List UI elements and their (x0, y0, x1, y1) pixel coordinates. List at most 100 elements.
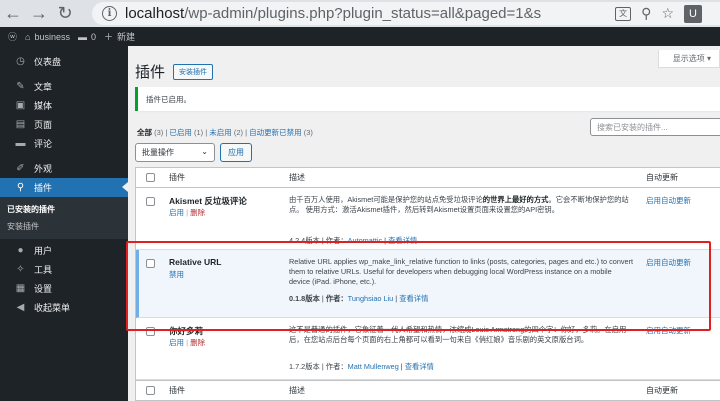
plugin-icon: ⚲ (16, 182, 25, 193)
reload-icon[interactable]: ↻ (52, 0, 78, 27)
dashboard-icon: ◷ (16, 56, 25, 67)
submenu-add-plugins[interactable]: 安装插件 (0, 218, 128, 235)
delete-link[interactable]: 删除 (190, 338, 205, 347)
table-row: 你好多莉 启用 | 删除 这不是普通的插件，它象征着一代人希望和热情，浓缩成Lo… (136, 318, 720, 380)
select-all-checkbox[interactable] (146, 173, 155, 182)
activate-link[interactable]: 启用 (169, 338, 184, 347)
screen-options-button[interactable]: 显示选项 ▾ (657, 50, 720, 68)
plugin-description: 这不是普通的插件，它象征着一代人希望和热情，浓缩成Louis Armstrong… (289, 325, 627, 345)
bulk-action-select[interactable]: 批量操作 ⌄ (135, 143, 215, 162)
info-icon[interactable]: i (102, 6, 117, 21)
plugin-actions: 禁用 (169, 269, 184, 280)
sidebar-item-tools[interactable]: ✧ 工具 (0, 260, 128, 279)
filter-active[interactable]: 已启用 (169, 128, 192, 137)
comments-link[interactable]: ▬ 0 (78, 32, 96, 42)
plugin-actions: 启用 | 删除 (169, 208, 206, 217)
plugin-name: 你好多莉 (169, 326, 204, 336)
plugin-meta: 1.7.2版本 | 作者：Matt Mullenweg | 查看详情 (289, 362, 434, 371)
collapse-icon: ◀ (16, 302, 25, 313)
sidebar-item-collapse[interactable]: ◀ 收起菜单 (0, 298, 128, 317)
browser-toolbar: ← → ↻ i localhost/wp-admin/plugins.php?p… (0, 0, 720, 27)
home-icon: ⌂ (25, 31, 31, 42)
new-content-link[interactable]: ＋新建 (104, 30, 135, 43)
plugin-meta: 0.1.8版本 | 作者：Tunghsiao Liu | 查看详情 (289, 294, 429, 303)
url-text[interactable]: localhost/wp-admin/plugins.php?plugin_st… (125, 5, 541, 22)
row-checkbox[interactable] (146, 327, 155, 336)
search-plugins-input[interactable]: 搜索已安装的插件... (590, 118, 720, 136)
tools-icon: ✧ (16, 264, 25, 275)
wordpress-logo-icon[interactable]: ⓦ (8, 30, 17, 43)
select-all-checkbox-footer[interactable] (146, 386, 155, 395)
sidebar-item-users[interactable]: ● 用户 (0, 241, 128, 260)
enable-auto-update-link[interactable]: 启用自动更新 (646, 257, 691, 268)
sidebar-item-appearance[interactable]: ✐ 外观 (0, 159, 128, 178)
submenu-installed-plugins[interactable]: 已安装的插件 (0, 201, 128, 218)
table-row: Akismet 反垃圾评论 启用 | 删除 由千百万人使用，Akismet可能是… (136, 188, 720, 250)
author-link[interactable]: Tunghsiao Liu (348, 294, 394, 303)
table-footer: 插件 描述 自动更新 (136, 380, 720, 400)
delete-link[interactable]: 删除 (190, 208, 205, 217)
column-auto-update: 自动更新 (646, 173, 678, 182)
filter-all[interactable]: 全部 (137, 128, 152, 137)
column-plugin-footer: 插件 (169, 386, 185, 395)
column-description: 描述 (289, 173, 305, 182)
bookmark-star-icon[interactable]: ☆ (661, 5, 674, 22)
deactivate-link[interactable]: 禁用 (169, 270, 184, 279)
comment-bubble-icon: ▬ (77, 31, 87, 42)
plugin-status-filters: 全部 (3) | 已启用 (1) | 未启用 (2) | 自动更新已禁用 (3) (137, 128, 313, 137)
screen: ← → ↻ i localhost/wp-admin/plugins.php?p… (0, 0, 720, 401)
table-header: 插件 描述 自动更新 (136, 168, 720, 188)
plugins-table: 插件 描述 自动更新 Akismet 反垃圾评论 启用 | 删除 由千百万人使用… (135, 167, 720, 401)
translate-icon[interactable]: 文 (615, 6, 632, 21)
enable-auto-update-link[interactable]: 启用自动更新 (646, 325, 691, 336)
view-details-link[interactable]: 查看详情 (388, 236, 417, 245)
sidebar-item-settings[interactable]: ▦ 设置 (0, 279, 128, 298)
author-link[interactable]: Automattic (348, 236, 382, 245)
page-title: 插件 安装插件 (135, 61, 214, 82)
enable-auto-update-link[interactable]: 启用自动更新 (646, 195, 691, 206)
site-name-link[interactable]: ⌂ business (25, 32, 70, 42)
pin-icon: ✎ (16, 81, 25, 92)
view-details-link[interactable]: 查看详情 (399, 294, 428, 303)
profile-avatar[interactable]: U (684, 4, 702, 23)
column-plugin: 插件 (169, 173, 185, 182)
media-icon: ▣ (15, 100, 26, 111)
view-details-link[interactable]: 查看详情 (405, 362, 434, 371)
author-link[interactable]: Matt Mullenweg (348, 362, 399, 371)
plugins-submenu: 已安装的插件 安装插件 (0, 197, 128, 239)
column-description-footer: 描述 (289, 386, 305, 395)
apply-button[interactable]: 应用 (220, 143, 252, 162)
plugin-actions: 启用 | 删除 (169, 338, 206, 347)
forward-icon[interactable]: → (26, 0, 52, 27)
page-icon: ▤ (15, 119, 26, 130)
table-row: Relative URL 禁用 Relative URL applies wp_… (136, 250, 720, 318)
brush-icon: ✐ (16, 163, 25, 174)
sidebar-item-pages[interactable]: ▤ 页面 (0, 115, 128, 134)
filter-auto-update-disabled[interactable]: 自动更新已禁用 (249, 128, 302, 137)
activate-link[interactable]: 启用 (169, 208, 184, 217)
plugin-description: 由千百万人使用，Akismet可能是保护您的站点免受垃圾评论的世界上最好的方式。… (289, 195, 629, 215)
wp-admin-bar: ⓦ ⌂ business ▬ 0 ＋新建 (0, 27, 720, 46)
success-notice: 插件已启用。 (135, 87, 720, 111)
admin-sidebar: ◷ 仪表盘 ✎ 文章 ▣ 媒体 ▤ 页面 ▬ 评论 ✐ 外观 ⚲ 插件 已安装的插件 安装插件… (0, 46, 128, 401)
plugin-name: Relative URL (169, 257, 222, 267)
back-icon[interactable]: ← (0, 0, 26, 27)
sidebar-item-posts[interactable]: ✎ 文章 (0, 77, 128, 96)
plugin-name: Akismet 反垃圾评论 (169, 196, 247, 206)
row-checkbox[interactable] (146, 259, 155, 268)
plus-icon: ＋ (104, 32, 114, 42)
address-bar[interactable]: i localhost/wp-admin/plugins.php?plugin_… (92, 2, 720, 25)
chevron-down-icon: ⌄ (201, 147, 208, 156)
users-icon: ● (17, 245, 24, 256)
row-checkbox[interactable] (146, 197, 155, 206)
filter-inactive[interactable]: 未启用 (209, 128, 232, 137)
sidebar-item-media[interactable]: ▣ 媒体 (0, 96, 128, 115)
column-auto-update-footer: 自动更新 (646, 386, 678, 395)
sidebar-item-comments[interactable]: ▬ 评论 (0, 134, 128, 153)
zoom-icon[interactable]: ⚲ (641, 5, 651, 22)
plugin-description: Relative URL applies wp_make_link_relati… (289, 257, 634, 287)
sidebar-item-plugins[interactable]: ⚲ 插件 (0, 178, 128, 197)
main-content: 显示选项 ▾ 插件 安装插件 插件已启用。 全部 (3) | 已启用 (1) |… (128, 46, 720, 401)
add-plugin-button[interactable]: 安装插件 (173, 63, 214, 80)
sidebar-item-dashboard[interactable]: ◷ 仪表盘 (0, 52, 128, 71)
